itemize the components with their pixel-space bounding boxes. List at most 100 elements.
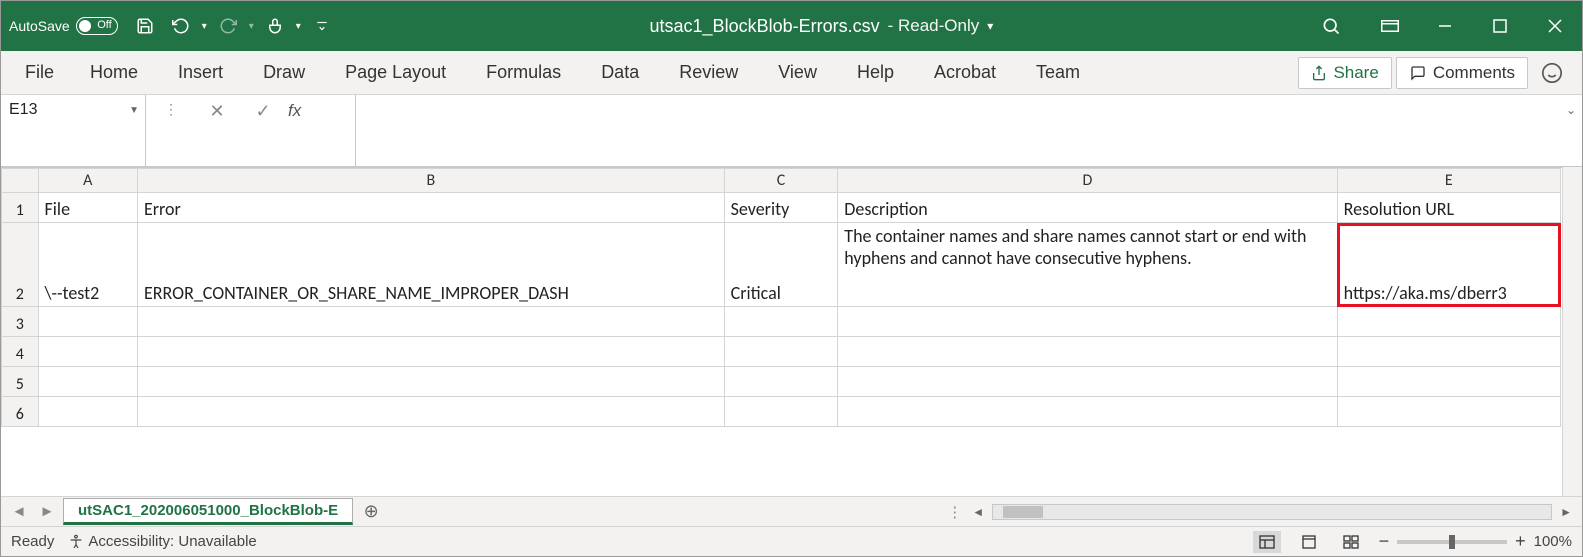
tab-view[interactable]: View [760, 54, 835, 91]
cell-C4[interactable] [724, 337, 838, 367]
ribbon-display-icon[interactable] [1362, 1, 1417, 51]
tab-data[interactable]: Data [583, 54, 657, 91]
zoom-slider[interactable] [1397, 540, 1507, 544]
redo-dropdown-icon[interactable]: ▾ [249, 21, 254, 32]
cell-A1[interactable]: File [38, 193, 137, 223]
zoom-in-button[interactable]: + [1515, 531, 1526, 552]
enter-formula-icon[interactable]: ✓ [242, 101, 284, 122]
select-all-corner[interactable] [2, 169, 39, 193]
cell-B3[interactable] [137, 307, 724, 337]
col-header-B[interactable]: B [137, 169, 724, 193]
search-icon[interactable] [1306, 16, 1356, 36]
cell-D4[interactable] [838, 337, 1337, 367]
tab-insert[interactable]: Insert [160, 54, 241, 91]
tab-nav-prev-icon[interactable]: ◄ [7, 503, 31, 520]
hscroll-right-icon[interactable]: ► [1560, 505, 1572, 519]
cell-E6[interactable] [1337, 397, 1560, 427]
normal-view-icon[interactable] [1253, 531, 1281, 553]
zoom-level[interactable]: 100% [1534, 533, 1572, 550]
tab-help[interactable]: Help [839, 54, 912, 91]
cell-D2[interactable]: The container names and share names cann… [838, 223, 1337, 307]
readonly-status[interactable]: - Read-Only [888, 16, 980, 36]
cell-A2[interactable]: \--test2 [38, 223, 137, 307]
cell-B1[interactable]: Error [137, 193, 724, 223]
maximize-button[interactable] [1472, 1, 1527, 51]
cell-C2[interactable]: Critical [724, 223, 838, 307]
vertical-scrollbar[interactable] [1562, 167, 1582, 496]
hscroll-left-icon[interactable]: ◄ [972, 505, 984, 519]
formula-more-icon[interactable]: ⋮ [150, 101, 192, 118]
tab-split-handle[interactable]: ⋮ [947, 503, 964, 521]
col-header-C[interactable]: C [724, 169, 838, 193]
cell-B2[interactable]: ERROR_CONTAINER_OR_SHARE_NAME_IMPROPER_D… [137, 223, 724, 307]
formula-input[interactable]: ⌄ [356, 95, 1582, 166]
redo-button[interactable] [213, 11, 243, 41]
name-box[interactable]: E13 ▼ [1, 95, 146, 166]
touch-mode-icon[interactable] [260, 11, 290, 41]
cell-A5[interactable] [38, 367, 137, 397]
cell-E2[interactable]: https://aka.ms/dberr3 [1337, 223, 1560, 307]
minimize-button[interactable] [1417, 1, 1472, 51]
cancel-formula-icon[interactable]: ✕ [196, 101, 238, 122]
cell-E1[interactable]: Resolution URL [1337, 193, 1560, 223]
cell-D1[interactable]: Description [838, 193, 1337, 223]
row-header-4[interactable]: 4 [2, 337, 39, 367]
cell-B5[interactable] [137, 367, 724, 397]
tab-formulas[interactable]: Formulas [468, 54, 579, 91]
share-button[interactable]: Share [1298, 57, 1391, 89]
row-header-6[interactable]: 6 [2, 397, 39, 427]
undo-dropdown-icon[interactable]: ▾ [202, 21, 207, 32]
row-header-2[interactable]: 2 [2, 223, 39, 307]
name-box-dropdown-icon[interactable]: ▼ [129, 105, 139, 116]
row-header-3[interactable]: 3 [2, 307, 39, 337]
touch-dropdown-icon[interactable]: ▾ [296, 21, 301, 32]
cell-D6[interactable] [838, 397, 1337, 427]
cell-C3[interactable] [724, 307, 838, 337]
new-sheet-icon[interactable]: ⊕ [357, 501, 385, 522]
col-header-E[interactable]: E [1337, 169, 1560, 193]
comments-button[interactable]: Comments [1396, 57, 1528, 89]
row-header-1[interactable]: 1 [2, 193, 39, 223]
autosave-switch[interactable]: Off [76, 17, 118, 35]
page-layout-view-icon[interactable] [1295, 531, 1323, 553]
cell-D5[interactable] [838, 367, 1337, 397]
cell-C6[interactable] [724, 397, 838, 427]
col-header-A[interactable]: A [38, 169, 137, 193]
cell-E3[interactable] [1337, 307, 1560, 337]
tab-nav-next-icon[interactable]: ► [35, 503, 59, 520]
cell-A3[interactable] [38, 307, 137, 337]
cell-C5[interactable] [724, 367, 838, 397]
cell-A4[interactable] [38, 337, 137, 367]
page-break-view-icon[interactable] [1337, 531, 1365, 553]
close-button[interactable] [1527, 1, 1582, 51]
tab-page-layout[interactable]: Page Layout [327, 54, 464, 91]
cell-B4[interactable] [137, 337, 724, 367]
mode-dropdown-icon[interactable]: ▾ [987, 19, 993, 33]
expand-formula-icon[interactable]: ⌄ [1566, 103, 1576, 117]
cell-D3[interactable] [838, 307, 1337, 337]
tab-acrobat[interactable]: Acrobat [916, 54, 1014, 91]
row-header-5[interactable]: 5 [2, 367, 39, 397]
qat-customize-icon[interactable] [307, 11, 337, 41]
fx-icon[interactable]: fx [288, 101, 301, 121]
zoom-out-button[interactable]: − [1379, 531, 1390, 552]
cell-B6[interactable] [137, 397, 724, 427]
tab-review[interactable]: Review [661, 54, 756, 91]
col-header-D[interactable]: D [838, 169, 1337, 193]
save-icon[interactable] [130, 11, 160, 41]
undo-button[interactable] [166, 11, 196, 41]
sheet-tab-active[interactable]: utSAC1_202006051000_BlockBlob-E [63, 498, 353, 525]
tab-file[interactable]: File [11, 54, 68, 91]
cell-grid[interactable]: A B C D E 1 File Error Severity Descript… [1, 167, 1562, 496]
autosave-toggle[interactable]: AutoSave Off [9, 17, 118, 35]
horizontal-scrollbar[interactable] [992, 504, 1552, 520]
cell-E5[interactable] [1337, 367, 1560, 397]
cell-C1[interactable]: Severity [724, 193, 838, 223]
cell-E4[interactable] [1337, 337, 1560, 367]
tab-draw[interactable]: Draw [245, 54, 323, 91]
tab-home[interactable]: Home [72, 54, 156, 91]
tab-team[interactable]: Team [1018, 54, 1098, 91]
accessibility-status[interactable]: Accessibility: Unavailable [68, 533, 256, 550]
feedback-icon[interactable] [1532, 62, 1572, 84]
cell-A6[interactable] [38, 397, 137, 427]
